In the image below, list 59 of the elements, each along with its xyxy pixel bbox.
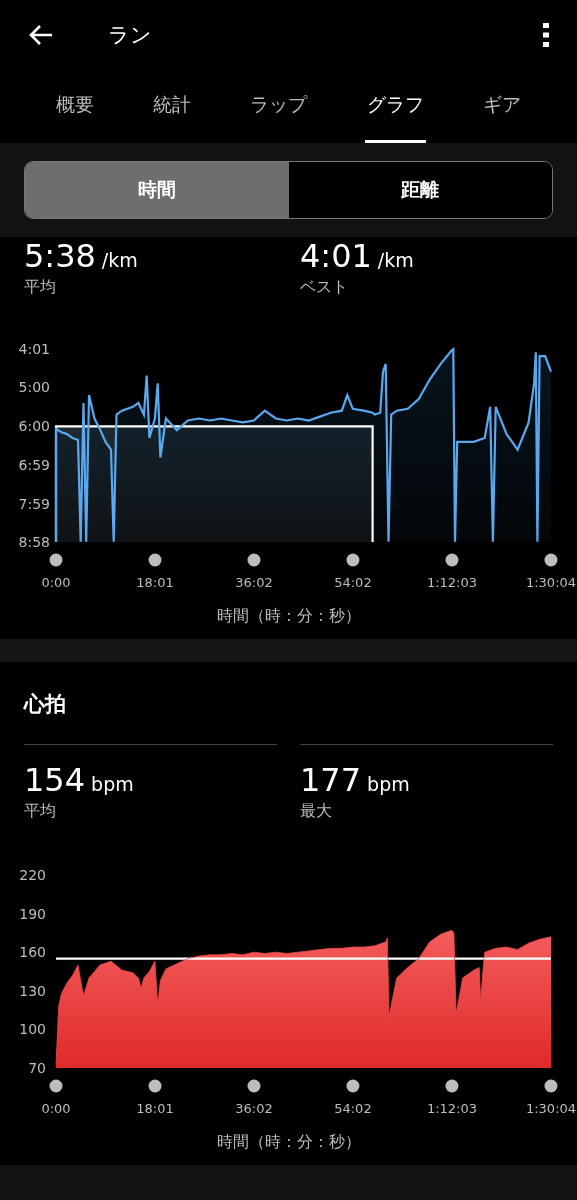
time-marker-dot[interactable] <box>148 553 162 567</box>
stat-value: 4:01 <box>300 237 372 275</box>
axis-tick-label: 220 <box>19 867 46 883</box>
axis-tick-label: 70 <box>28 1060 46 1076</box>
axis-tick-label: 1:12:03 <box>426 575 478 590</box>
time-marker-dot[interactable] <box>247 1079 261 1093</box>
stat-label: 平均 <box>24 277 56 298</box>
time-marker-dot[interactable] <box>445 1079 459 1093</box>
axis-tick-label: 1:30:04 <box>525 575 577 590</box>
time-marker-dot[interactable] <box>544 1079 558 1093</box>
axis-tick-label: 190 <box>19 905 46 922</box>
tab[interactable]: 概要 <box>53 70 96 143</box>
axis-tick-label: 18:01 <box>136 1101 174 1116</box>
tab[interactable]: ギア <box>481 70 524 143</box>
axis-tick-label: 5:00 <box>18 379 50 396</box>
time-marker-dot[interactable] <box>49 553 63 567</box>
axis-tick-label: 160 <box>19 944 46 961</box>
axis-tick-label: 4:01 <box>18 341 50 357</box>
axis-tick-label: 1:12:03 <box>426 1101 478 1116</box>
axis-title: 時間（時：分：秒） <box>215 606 362 627</box>
time-marker-dot[interactable] <box>346 1079 360 1093</box>
time-marker-dot[interactable] <box>346 553 360 567</box>
axis-tick-label: 54:02 <box>334 1101 372 1116</box>
time-marker-dot[interactable] <box>445 553 459 567</box>
time-marker-dot[interactable] <box>544 553 558 567</box>
axis-tick-label: 36:02 <box>235 575 273 590</box>
section-title: 心拍 <box>22 691 67 718</box>
time-marker-dot[interactable] <box>148 1079 162 1093</box>
axis-title: 時間（時：分：秒） <box>215 1132 362 1153</box>
back-icon[interactable] <box>28 24 54 46</box>
stat-unit: /km <box>101 249 138 271</box>
stat-label: ベスト <box>300 277 348 298</box>
stat-unit: bpm <box>91 773 134 795</box>
axis-tick-label: 100 <box>19 1021 46 1038</box>
axis-tick-label: 54:02 <box>334 575 372 590</box>
axis-tick-label: 6:59 <box>18 456 50 473</box>
segment-option[interactable]: 時間 <box>25 162 289 218</box>
time-marker-dot[interactable] <box>247 553 261 567</box>
stat-label: 最大 <box>300 801 332 822</box>
time-marker-dot[interactable] <box>49 1079 63 1093</box>
screen-title: ラン <box>108 22 153 49</box>
more-menu-icon[interactable] <box>543 23 549 47</box>
stat-unit: /km <box>377 249 414 271</box>
axis-tick-label: 1:30:04 <box>525 1101 577 1116</box>
axis-tick-label: 7:59 <box>18 495 50 512</box>
axis-tick-label: 6:00 <box>18 418 50 435</box>
axis-tick-label: 36:02 <box>235 1101 273 1116</box>
stat-value: 154 <box>24 761 86 799</box>
stat-label: 平均 <box>24 801 56 822</box>
stat-unit: bpm <box>367 773 410 795</box>
tab[interactable]: ラップ <box>248 70 310 143</box>
axis-tick-label: 0:00 <box>41 1101 71 1116</box>
axis-tick-label: 8:58 <box>18 534 50 550</box>
axis-tick-label: 0:00 <box>41 575 71 590</box>
stat-value: 5:38 <box>24 237 96 275</box>
tab[interactable]: 統計 <box>151 70 194 143</box>
axis-tick-label: 18:01 <box>136 575 174 590</box>
axis-tick-label: 130 <box>19 982 46 999</box>
stat-value: 177 <box>300 761 362 799</box>
